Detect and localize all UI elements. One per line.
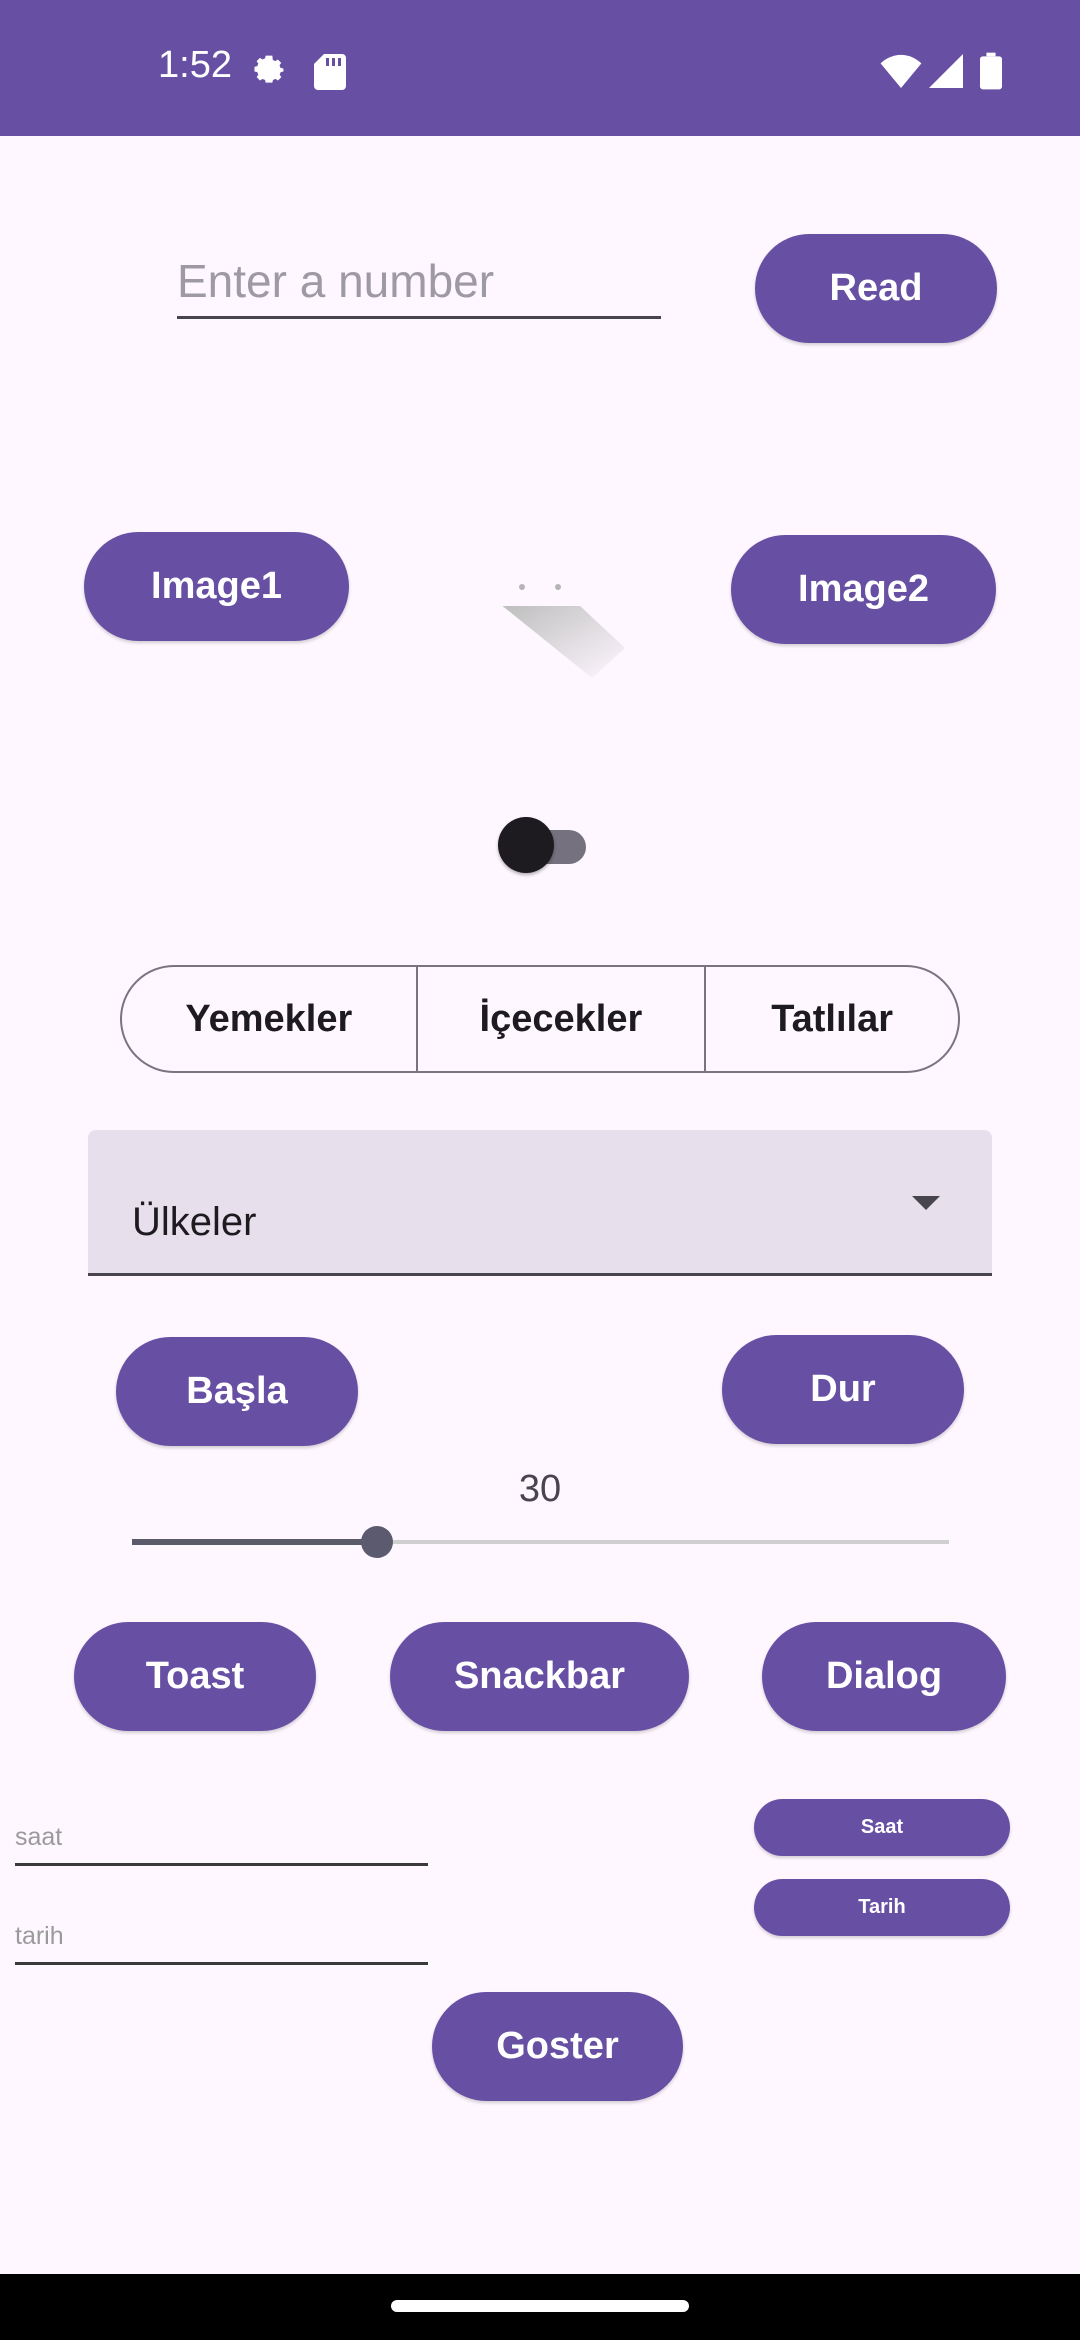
toggle-switch[interactable]: [498, 816, 588, 873]
countries-dropdown[interactable]: Ülkeler: [88, 1130, 992, 1276]
basla-button[interactable]: Başla: [116, 1337, 358, 1446]
status-time: 1:52: [158, 44, 232, 86]
segment-tatlilar[interactable]: Tatlılar: [706, 967, 958, 1071]
read-button[interactable]: Read: [755, 234, 997, 343]
slider-active-track: [132, 1539, 377, 1545]
tarih-button[interactable]: Tarih: [754, 1879, 1010, 1936]
date-field-placeholder: tarih: [15, 1922, 64, 1950]
snackbar-button[interactable]: Snackbar: [390, 1622, 689, 1731]
date-field[interactable]: tarih: [15, 1917, 428, 1965]
battery-icon: [980, 52, 1002, 90]
dropdown-selected-value: Ülkeler: [132, 1200, 257, 1244]
image-view: [500, 578, 625, 678]
image1-button[interactable]: Image1: [84, 532, 349, 641]
dur-button[interactable]: Dur: [722, 1335, 964, 1444]
status-bar: 1:52: [0, 0, 1080, 136]
home-gesture-handle[interactable]: [391, 2300, 689, 2312]
number-input[interactable]: [177, 246, 661, 319]
saat-button[interactable]: Saat: [754, 1799, 1010, 1856]
time-field-placeholder: saat: [15, 1823, 63, 1851]
category-segmented-group: Yemekler İçecekler Tatlılar: [120, 965, 960, 1073]
dialog-button[interactable]: Dialog: [762, 1622, 1006, 1731]
gear-icon: [254, 55, 284, 83]
image2-button[interactable]: Image2: [731, 535, 996, 644]
time-field[interactable]: saat: [15, 1818, 428, 1866]
segment-yemekler[interactable]: Yemekler: [122, 967, 418, 1071]
signal-icon: [929, 54, 963, 88]
toggle-thumb: [498, 817, 554, 873]
goster-button[interactable]: Goster: [432, 1992, 683, 2101]
dropdown-arrow-icon: [912, 1196, 940, 1210]
slider-thumb[interactable]: [361, 1526, 393, 1558]
slider-value-label: 30: [518, 1468, 562, 1510]
sd-card-icon: [314, 54, 346, 90]
toast-button[interactable]: Toast: [74, 1622, 316, 1731]
wifi-icon: [880, 54, 922, 88]
segment-icecekler[interactable]: İçecekler: [418, 967, 707, 1071]
